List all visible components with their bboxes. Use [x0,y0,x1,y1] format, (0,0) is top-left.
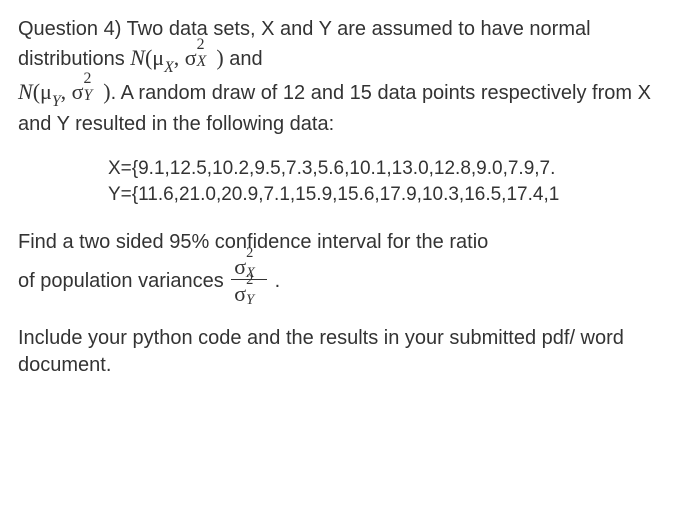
intro-text-2: . A random draw of 12 and 15 data points… [18,82,651,135]
question-intro: Question 4) Two data sets, X and Y are a… [18,16,682,138]
find-line-2: of population variances σ2X σ2Y . [18,256,682,307]
and-text: and [224,48,263,70]
data-sets: X={9.1,12.5,10.2,9.5,7.3,5.6,10.1,13.0,1… [108,156,682,209]
find-interval: Find a two sided 95% confidence interval… [18,229,682,307]
data-y: Y={11.6,21.0,20.9,7.1,15.9,15.6,17.9,10.… [108,182,682,209]
dist-x: N(μX, σ2X) [130,45,223,70]
include-instructions: Include your python code and the results… [18,325,682,379]
dist-y: N(μY, σ2Y) [18,79,111,104]
find-line-1: Find a two sided 95% confidence interval… [18,229,682,256]
variance-ratio-fraction: σ2X σ2Y [231,254,267,305]
data-x: X={9.1,12.5,10.2,9.5,7.3,5.6,10.1,13.0,1… [108,156,682,183]
question-prefix: Question 4) [18,18,127,40]
